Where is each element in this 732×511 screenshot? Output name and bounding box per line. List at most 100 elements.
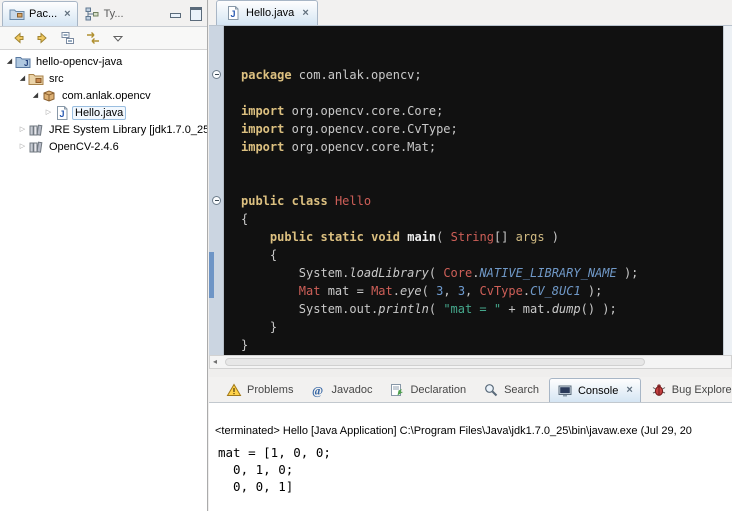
- fold-collapse-icon[interactable]: [212, 70, 221, 79]
- code-line: import org.opencv.core.Core;: [241, 102, 723, 120]
- folding-ruler[interactable]: [209, 26, 224, 355]
- tree-item-label: JRE System Library [jdk1.7.0_25]: [46, 123, 207, 137]
- console-tab-console[interactable]: Console ×: [549, 378, 641, 402]
- svg-text:J: J: [231, 9, 236, 19]
- code-line: [241, 156, 723, 174]
- console-icon: [557, 383, 573, 399]
- console-tab-problems[interactable]: Problems: [219, 378, 300, 402]
- collapse-all-button[interactable]: [60, 30, 76, 46]
- console-tab-search[interactable]: Search: [476, 378, 546, 402]
- tree-item-hello-java[interactable]: ▷JHello.java: [0, 104, 207, 121]
- code-line: import org.opencv.core.Mat;: [241, 138, 723, 156]
- console-output[interactable]: mat = [1, 0, 0; 0, 1, 0; 0, 0, 1]: [218, 444, 732, 495]
- forward-button[interactable]: [35, 30, 51, 46]
- tree-item-label: hello-opencv-java: [33, 55, 125, 69]
- console-tabbar: Problems @ Javadoc Declaration Search Console…: [209, 377, 732, 403]
- code-line: public class Hello: [241, 192, 723, 210]
- fold-collapse-icon[interactable]: [212, 196, 221, 205]
- search-icon: [483, 382, 499, 398]
- code-line: package com.anlak.opencv;: [241, 66, 723, 84]
- back-button[interactable]: [10, 30, 26, 46]
- source-folder-icon: [28, 71, 44, 87]
- close-icon[interactable]: ×: [626, 385, 632, 396]
- library-icon: [28, 122, 44, 138]
- collapse-arrow-icon[interactable]: ◢: [17, 70, 28, 87]
- console-status-line: <terminated> Hello [Java Application] C:…: [215, 425, 732, 437]
- tree-item-label: src: [46, 72, 67, 86]
- console-tab-label: Declaration: [410, 384, 466, 396]
- editor-tab-hello-java[interactable]: J Hello.java ×: [216, 0, 318, 25]
- code-line: System.out.println( "mat = " + mat.dump(…: [241, 300, 723, 318]
- package-explorer-icon: [9, 6, 25, 22]
- code-line: import org.opencv.core.CvType;: [241, 120, 723, 138]
- minimize-icon[interactable]: [169, 7, 182, 19]
- tree-item-jre-system-library-jdk1-7-0-25[interactable]: ▷ JRE System Library [jdk1.7.0_25]: [0, 121, 207, 138]
- overview-ruler[interactable]: [723, 26, 732, 355]
- javadoc-icon: @: [310, 382, 326, 398]
- code-line: [241, 174, 723, 192]
- console-tab-label: Search: [504, 384, 539, 396]
- type-hierarchy-icon: [84, 6, 100, 22]
- tree-item-label: com.anlak.opencv: [59, 89, 154, 103]
- link-with-editor-button[interactable]: [85, 30, 101, 46]
- view-tab-label: Pac...: [29, 8, 57, 20]
- editor-tab-label: Hello.java: [246, 7, 294, 19]
- console-tab-bug-explorer[interactable]: Bug Explorer: [644, 378, 732, 402]
- console-tab-javadoc[interactable]: @ Javadoc: [303, 378, 379, 402]
- code-line: public static void main( String[] args ): [241, 228, 723, 246]
- problems-icon: [226, 382, 242, 398]
- code-editor: package com.anlak.opencv; import org.ope…: [209, 26, 732, 355]
- code-lines: package com.anlak.opencv; import org.ope…: [241, 66, 723, 354]
- console-tab-label: Bug Explorer: [672, 384, 732, 396]
- code-line: System.loadLibrary( Core.NATIVE_LIBRARY_…: [241, 264, 723, 282]
- view-tab-ty[interactable]: Ty...: [78, 1, 130, 26]
- code-line: {: [241, 246, 723, 264]
- bug-icon: [651, 382, 667, 398]
- view-tab-label: Ty...: [104, 8, 124, 20]
- java-project-icon: J: [15, 54, 31, 70]
- close-icon[interactable]: ×: [64, 9, 70, 20]
- java-file-icon: J: [225, 5, 241, 21]
- package-icon: [41, 88, 57, 104]
- scroll-left-icon[interactable]: ◂: [210, 358, 217, 366]
- collapse-arrow-icon[interactable]: ◢: [4, 53, 15, 70]
- svg-text:J: J: [24, 59, 28, 68]
- tree-item-opencv-2-4-6[interactable]: ▷ OpenCV-2.4.6: [0, 138, 207, 155]
- library-icon: [28, 139, 44, 155]
- declaration-icon: [389, 382, 405, 398]
- tree-item-hello-opencv-java[interactable]: ◢ Jhello-opencv-java: [0, 53, 207, 70]
- tree-item-src[interactable]: ◢ src: [0, 70, 207, 87]
- svg-text:J: J: [60, 109, 65, 119]
- package-explorer-panel: Pac... × Ty... ◢ Jhello-opencv-java ◢ src ◢ com…: [0, 0, 208, 511]
- code-line: }: [241, 318, 723, 336]
- editor-area: J Hello.java × package com.anlak.opencv;…: [209, 0, 732, 511]
- console-tab-declaration[interactable]: Declaration: [382, 378, 473, 402]
- tree-item-label: OpenCV-2.4.6: [46, 140, 122, 154]
- view-menu-button[interactable]: [110, 30, 126, 46]
- console-view: <terminated> Hello [Java Application] C:…: [209, 403, 732, 511]
- code-line: Mat mat = Mat.eye( 3, 3, CvType.CV_8UC1 …: [241, 282, 723, 300]
- tree-item-com-anlak-opencv[interactable]: ◢ com.anlak.opencv: [0, 87, 207, 104]
- maximize-icon[interactable]: [189, 7, 202, 19]
- code-line: }: [241, 336, 723, 354]
- scrollbar-thumb[interactable]: [225, 358, 645, 366]
- console-tab-label: Problems: [247, 384, 293, 396]
- expand-arrow-icon[interactable]: ▷: [17, 121, 28, 138]
- explorer-tabbar: Pac... × Ty...: [0, 0, 207, 27]
- code-line: [241, 84, 723, 102]
- svg-text:@: @: [312, 384, 323, 398]
- expand-arrow-icon[interactable]: ▷: [43, 104, 54, 121]
- console-tab-label: Console: [578, 385, 618, 397]
- range-indicator: [209, 252, 214, 298]
- console-tab-label: Javadoc: [331, 384, 372, 396]
- close-icon[interactable]: ×: [302, 8, 308, 19]
- editor-tabbar: J Hello.java ×: [209, 0, 732, 26]
- collapse-arrow-icon[interactable]: ◢: [30, 87, 41, 104]
- code-text-area[interactable]: package com.anlak.opencv; import org.ope…: [224, 26, 723, 355]
- explorer-toolbar: [0, 27, 207, 50]
- expand-arrow-icon[interactable]: ▷: [17, 138, 28, 155]
- view-tab-pac[interactable]: Pac... ×: [2, 1, 78, 26]
- java-file-icon: J: [54, 105, 70, 121]
- editor-horizontal-scrollbar[interactable]: ◂: [209, 355, 732, 369]
- project-tree: ◢ Jhello-opencv-java ◢ src ◢ com.anlak.opencv…: [0, 50, 207, 155]
